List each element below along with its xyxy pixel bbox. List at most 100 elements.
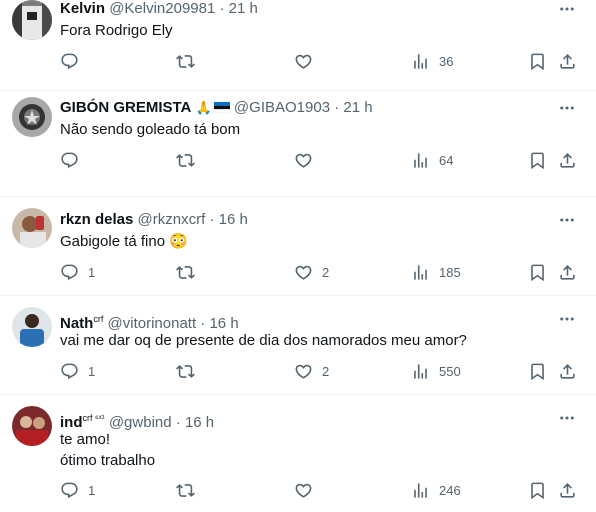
- like-count: 2: [322, 265, 330, 280]
- heart-icon: [294, 263, 313, 282]
- user-handle[interactable]: @Kelvin209981: [109, 0, 215, 17]
- bookmark-button[interactable]: [528, 151, 547, 170]
- like-button[interactable]: 2: [294, 362, 329, 381]
- share-icon: [558, 362, 577, 381]
- praying-hands-emoji: 🙏: [195, 100, 212, 115]
- views-count: 36: [439, 54, 454, 69]
- reply-icon: [60, 362, 79, 381]
- reply-button[interactable]: 1: [60, 263, 95, 282]
- retweet-icon: [176, 263, 195, 282]
- reply-button[interactable]: [60, 52, 88, 71]
- share-icon: [558, 52, 577, 71]
- name-superscript: crf: [93, 314, 104, 324]
- estonia-flag: [213, 102, 230, 113]
- like-button[interactable]: [294, 52, 322, 71]
- timestamp[interactable]: 16 h: [185, 414, 214, 431]
- more-icon[interactable]: [558, 310, 578, 328]
- tweet[interactable]: Nathcrf @vitorinonatt · 16 h vai me dar …: [0, 296, 596, 395]
- user-handle[interactable]: @rkznxcrf: [138, 211, 206, 228]
- timestamp[interactable]: 21 h: [343, 99, 372, 116]
- display-name[interactable]: rkzn delas: [60, 211, 133, 228]
- tweet-text: Gabigole tá fino 😳: [60, 233, 188, 250]
- share-button[interactable]: [558, 481, 577, 500]
- views-count: 185: [439, 265, 461, 280]
- like-count: 2: [322, 364, 330, 379]
- separator-dot: ·: [219, 0, 225, 17]
- reply-button[interactable]: 1: [60, 481, 95, 500]
- reply-icon: [60, 263, 79, 282]
- avatar[interactable]: [12, 208, 52, 248]
- timestamp[interactable]: 21 h: [229, 0, 258, 17]
- reply-count: 1: [88, 265, 96, 280]
- more-icon[interactable]: [558, 0, 578, 18]
- tweet-text: te amo! ótimo trabalho: [60, 431, 156, 469]
- share-icon: [558, 481, 577, 500]
- user-handle[interactable]: @GIBAO1903: [234, 99, 330, 116]
- views-count: 64: [439, 153, 454, 168]
- tweet-header: Kelvin @Kelvin209981 · 21 h: [60, 0, 258, 18]
- bookmark-icon: [528, 481, 547, 500]
- avatar[interactable]: [12, 97, 52, 137]
- bookmark-icon: [528, 52, 547, 71]
- retweet-button[interactable]: [176, 481, 204, 500]
- share-button[interactable]: [558, 52, 577, 71]
- name-superscript: crf ⁶ˣ¹: [82, 413, 105, 423]
- display-name[interactable]: Kelvin: [60, 0, 105, 17]
- share-icon: [558, 263, 577, 282]
- timestamp[interactable]: 16 h: [219, 211, 248, 228]
- bookmark-icon: [528, 263, 547, 282]
- views-button[interactable]: 185: [411, 263, 461, 282]
- reply-button[interactable]: 1: [60, 362, 95, 381]
- share-button[interactable]: [558, 263, 577, 282]
- tweet-header: rkzn delas @rkznxcrf · 16 h: [60, 211, 248, 229]
- avatar[interactable]: [12, 0, 52, 40]
- reply-button[interactable]: [60, 151, 88, 170]
- separator-dot: ·: [209, 211, 215, 228]
- more-icon[interactable]: [558, 409, 578, 427]
- reply-count: 1: [88, 483, 96, 498]
- share-button[interactable]: [558, 151, 577, 170]
- more-icon[interactable]: [558, 99, 578, 117]
- views-button[interactable]: 550: [411, 362, 461, 381]
- tweet-text: Fora Rodrigo Ely: [60, 22, 173, 39]
- reply-icon: [60, 52, 79, 71]
- views-icon: [411, 362, 430, 381]
- heart-icon: [294, 481, 313, 500]
- views-count: 550: [439, 364, 461, 379]
- heart-icon: [294, 52, 313, 71]
- bookmark-button[interactable]: [528, 362, 547, 381]
- tweet[interactable]: Kelvin @Kelvin209981 · 21 h Fora Rodrigo…: [0, 0, 596, 91]
- views-button[interactable]: 246: [411, 481, 461, 500]
- avatar[interactable]: [12, 406, 52, 446]
- retweet-icon: [176, 362, 195, 381]
- reply-count: 1: [88, 364, 96, 379]
- bookmark-button[interactable]: [528, 52, 547, 71]
- tweet[interactable]: GIBÓN GREMISTA 🙏 @GIBAO1903 · 21 h Não s…: [0, 91, 596, 197]
- like-button[interactable]: [294, 481, 322, 500]
- tweet[interactable]: indcrf ⁶ˣ¹ @gwbind · 16 h te amo! ótimo …: [0, 395, 596, 512]
- share-button[interactable]: [558, 362, 577, 381]
- retweet-button[interactable]: [176, 52, 204, 71]
- heart-icon: [294, 362, 313, 381]
- views-button[interactable]: 36: [411, 52, 453, 71]
- like-button[interactable]: 2: [294, 263, 329, 282]
- views-button[interactable]: 64: [411, 151, 453, 170]
- bookmark-button[interactable]: [528, 481, 547, 500]
- views-icon: [411, 151, 430, 170]
- avatar[interactable]: [12, 307, 52, 347]
- retweet-icon: [176, 52, 195, 71]
- retweet-icon: [176, 151, 195, 170]
- tweet-text: vai me dar oq de presente de dia dos nam…: [60, 332, 467, 349]
- tweet[interactable]: rkzn delas @rkznxcrf · 16 h Gabigole tá …: [0, 197, 596, 296]
- retweet-button[interactable]: [176, 263, 204, 282]
- retweet-button[interactable]: [176, 362, 204, 381]
- display-name[interactable]: GIBÓN GREMISTA: [60, 99, 191, 116]
- more-icon[interactable]: [558, 211, 578, 229]
- bookmark-icon: [528, 151, 547, 170]
- views-icon: [411, 52, 430, 71]
- views-icon: [411, 481, 430, 500]
- separator-dot: ·: [334, 99, 340, 116]
- retweet-button[interactable]: [176, 151, 204, 170]
- like-button[interactable]: [294, 151, 322, 170]
- bookmark-button[interactable]: [528, 263, 547, 282]
